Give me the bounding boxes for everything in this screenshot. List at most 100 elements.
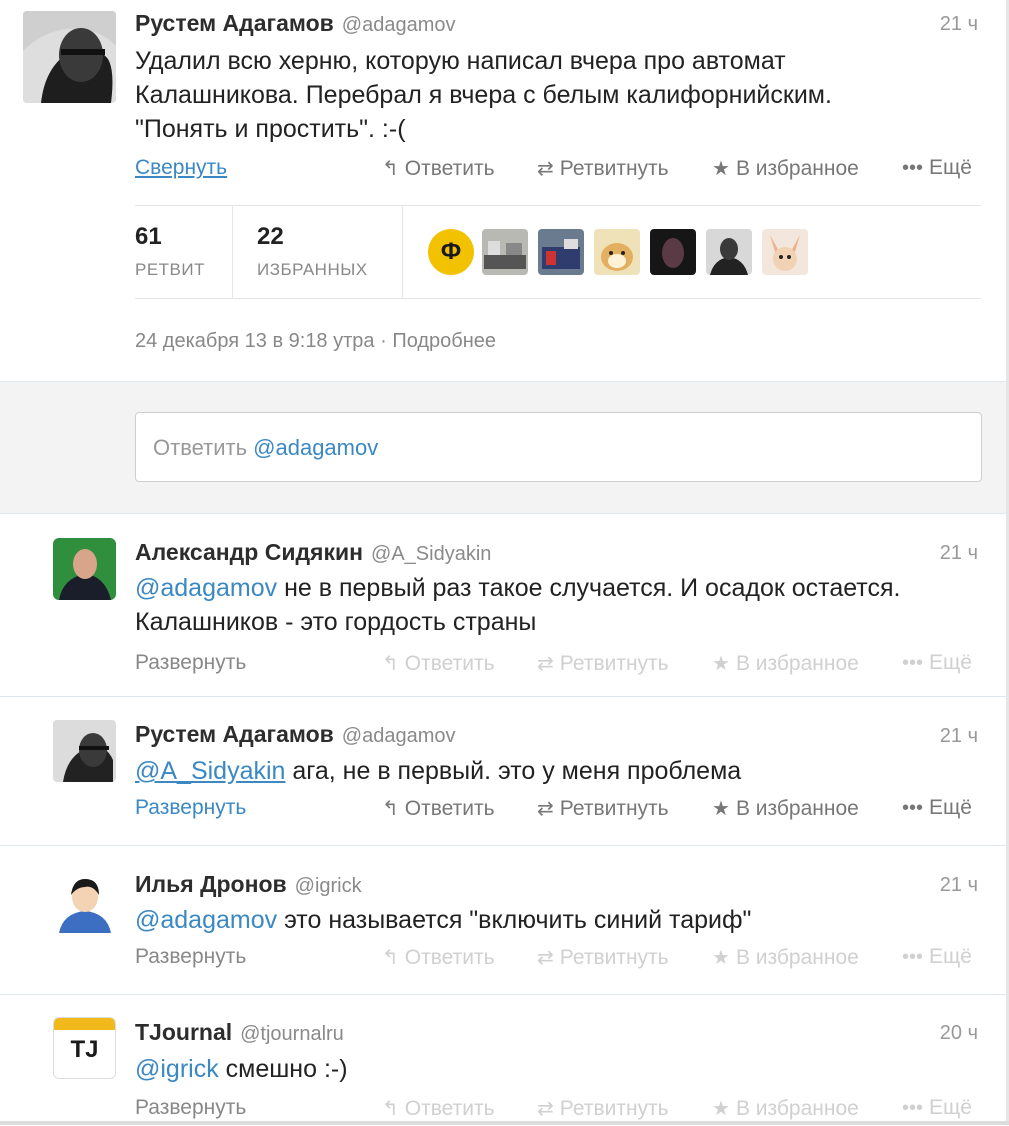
- reply-arrow-icon: ↰: [382, 1098, 399, 1120]
- tweet-timestamp[interactable]: 21 ч: [940, 725, 978, 748]
- favoriter-avatar[interactable]: [706, 229, 752, 275]
- author-handle[interactable]: @tjournalru: [240, 1023, 344, 1045]
- more-button[interactable]: ••• Ещё: [902, 945, 972, 969]
- tweet-text: @igrick смешно :-): [135, 1055, 348, 1083]
- author-avatar[interactable]: [53, 720, 116, 782]
- reply-tweet: Рустем Адагамов @adagamov 21 ч @A_Sidyaki…: [0, 697, 1006, 846]
- reply-area: Ответить @adagamov: [0, 382, 1006, 514]
- reply-input[interactable]: Ответить @adagamov: [135, 412, 982, 482]
- favoriter-avatar[interactable]: [762, 229, 808, 275]
- star-icon: ★: [712, 158, 730, 180]
- reply-arrow-icon: ↰: [382, 947, 399, 969]
- stat-divider: [402, 206, 403, 298]
- reply-tweet: Илья Дронов @igrick 21 ч @adagamov это на…: [0, 846, 1006, 995]
- reply-tweet: TJ TJournal @tjournalru 20 ч @igrick смеш…: [0, 995, 1006, 1125]
- tweet-timestamp[interactable]: 20 ч: [940, 1022, 978, 1045]
- tweet-text-line: Удалил всю херню, которую написал вчера …: [135, 47, 786, 75]
- tweet-text-line: Калашникова. Перебрал я вчера с белым ка…: [135, 81, 832, 109]
- retweet-button[interactable]: ⇄ Ретвитнуть: [537, 156, 669, 181]
- favoriter-avatar[interactable]: Ф: [428, 229, 474, 275]
- tweet-actions: Развернуть ↰ Ответить ⇄ Ретвитнуть ★ В избр…: [135, 945, 985, 975]
- author-handle[interactable]: @igrick: [295, 875, 362, 897]
- author-avatar[interactable]: [53, 538, 116, 600]
- favoriter-avatar[interactable]: [482, 229, 528, 275]
- author-name[interactable]: Рустем Адагамов @adagamov: [135, 10, 455, 37]
- reply-button[interactable]: ↰ Ответить: [382, 156, 495, 181]
- retweet-button[interactable]: ⇄ Ретвитнуть: [537, 945, 669, 970]
- tweet-actions: Развернуть ↰ Ответить ⇄ Ретвитнуть ★ В избр…: [135, 796, 985, 826]
- tweet-timestamp[interactable]: 21 ч: [940, 874, 978, 897]
- expand-link[interactable]: Развернуть: [135, 945, 246, 969]
- more-button[interactable]: ••• Ещё: [902, 1096, 972, 1120]
- stat-divider: [232, 206, 233, 298]
- favorite-button[interactable]: ★ В избранное: [712, 156, 859, 181]
- favorite-button[interactable]: ★ В избранное: [712, 796, 859, 821]
- author-avatar[interactable]: [23, 11, 116, 103]
- retweet-button[interactable]: ⇄ Ретвитнуть: [537, 651, 669, 676]
- retweets-label: РЕТВИТ: [135, 260, 206, 279]
- retweet-button[interactable]: ⇄ Ретвитнуть: [537, 796, 669, 821]
- reply-arrow-icon: ↰: [382, 158, 399, 180]
- more-button[interactable]: ••• Ещё: [902, 156, 972, 180]
- author-handle[interactable]: @adagamov: [342, 725, 456, 747]
- retweets-stat[interactable]: 61 РЕТВИТ: [135, 206, 232, 298]
- retweet-icon: ⇄: [537, 947, 554, 969]
- mention-link[interactable]: @igrick: [135, 1055, 219, 1083]
- more-dots-icon: •••: [902, 652, 924, 674]
- tweet-text-line: "Понять и простить". :-(: [135, 115, 406, 143]
- reply-placeholder: Ответить @adagamov: [153, 435, 379, 460]
- favorites-count: 22: [257, 223, 284, 250]
- favorite-button[interactable]: ★ В избранное: [712, 945, 859, 970]
- reply-button[interactable]: ↰ Ответить: [382, 1096, 495, 1121]
- favoriter-avatar[interactable]: [650, 229, 696, 275]
- favorites-label: ИЗБРАННЫХ: [257, 260, 368, 279]
- more-dots-icon: •••: [902, 946, 924, 968]
- collapse-link[interactable]: Свернуть: [135, 156, 227, 180]
- tweet-text: @adagamov не в первый раз такое случаетс…: [135, 574, 901, 636]
- author-handle[interactable]: @A_Sidyakin: [371, 543, 491, 565]
- tweet-actions: Развернуть ↰ Ответить ⇄ Ретвитнуть ★ В избр…: [135, 651, 985, 681]
- favoriter-badge: Ф: [440, 238, 462, 265]
- favoriter-avatar[interactable]: [538, 229, 584, 275]
- author-name[interactable]: Рустем Адагамов @adagamov: [135, 721, 455, 748]
- expand-link[interactable]: Развернуть: [135, 1096, 246, 1120]
- author-avatar[interactable]: [53, 871, 116, 933]
- tweet-text: @adagamov это называется "включить синий…: [135, 906, 752, 934]
- author-name[interactable]: Илья Дронов @igrick: [135, 871, 362, 898]
- reply-button[interactable]: ↰ Ответить: [382, 945, 495, 970]
- star-icon: ★: [712, 653, 730, 675]
- retweet-button[interactable]: ⇄ Ретвитнуть: [537, 1096, 669, 1121]
- tweet-timestamp[interactable]: 21 ч: [940, 542, 978, 565]
- favorite-button[interactable]: ★ В избранное: [712, 1096, 859, 1121]
- tweet-text: Удалил всю херню, которую написал вчера …: [135, 44, 985, 146]
- author-handle[interactable]: @adagamov: [342, 14, 456, 36]
- more-button[interactable]: ••• Ещё: [902, 796, 972, 820]
- retweet-icon: ⇄: [537, 1098, 554, 1120]
- author-name[interactable]: Александр Сидякин @A_Sidyakin: [135, 539, 491, 566]
- expand-link[interactable]: Развернуть: [135, 796, 246, 820]
- mention-link[interactable]: @A_Sidyakin: [135, 757, 285, 785]
- more-button[interactable]: ••• Ещё: [902, 651, 972, 675]
- reply-button[interactable]: ↰ Ответить: [382, 796, 495, 821]
- retweet-icon: ⇄: [537, 158, 554, 180]
- tweet-date: 24 декабря 13 в 9:18 утра · Подробнее: [135, 330, 497, 352]
- retweet-icon: ⇄: [537, 653, 554, 675]
- mention-link[interactable]: @adagamov: [135, 574, 277, 602]
- reply-tweet: Александр Сидякин @A_Sidyakin 21 ч @adaga…: [0, 514, 1006, 697]
- expand-link[interactable]: Развернуть: [135, 651, 246, 675]
- favorite-button[interactable]: ★ В избранное: [712, 651, 859, 676]
- favoriter-avatar[interactable]: [594, 229, 640, 275]
- author-avatar[interactable]: TJ: [53, 1017, 116, 1079]
- author-name[interactable]: TJournal @tjournalru: [135, 1019, 344, 1046]
- favorites-stat[interactable]: 22 ИЗБРАННЫХ: [257, 206, 402, 298]
- mention-link[interactable]: @adagamov: [135, 906, 277, 934]
- more-dots-icon: •••: [902, 157, 924, 179]
- retweets-count: 61: [135, 223, 162, 250]
- more-dots-icon: •••: [902, 1097, 924, 1119]
- details-link[interactable]: Подробнее: [392, 330, 496, 352]
- star-icon: ★: [712, 1098, 730, 1120]
- reply-button[interactable]: ↰ Ответить: [382, 651, 495, 676]
- tweet-actions: Свернуть ↰ Ответить ⇄ Ретвитнуть ★ В избран…: [135, 156, 985, 186]
- tweet-timestamp[interactable]: 21 ч: [940, 13, 978, 36]
- tweet-text: @A_Sidyakin ага, не в первый. это у меня…: [135, 757, 742, 785]
